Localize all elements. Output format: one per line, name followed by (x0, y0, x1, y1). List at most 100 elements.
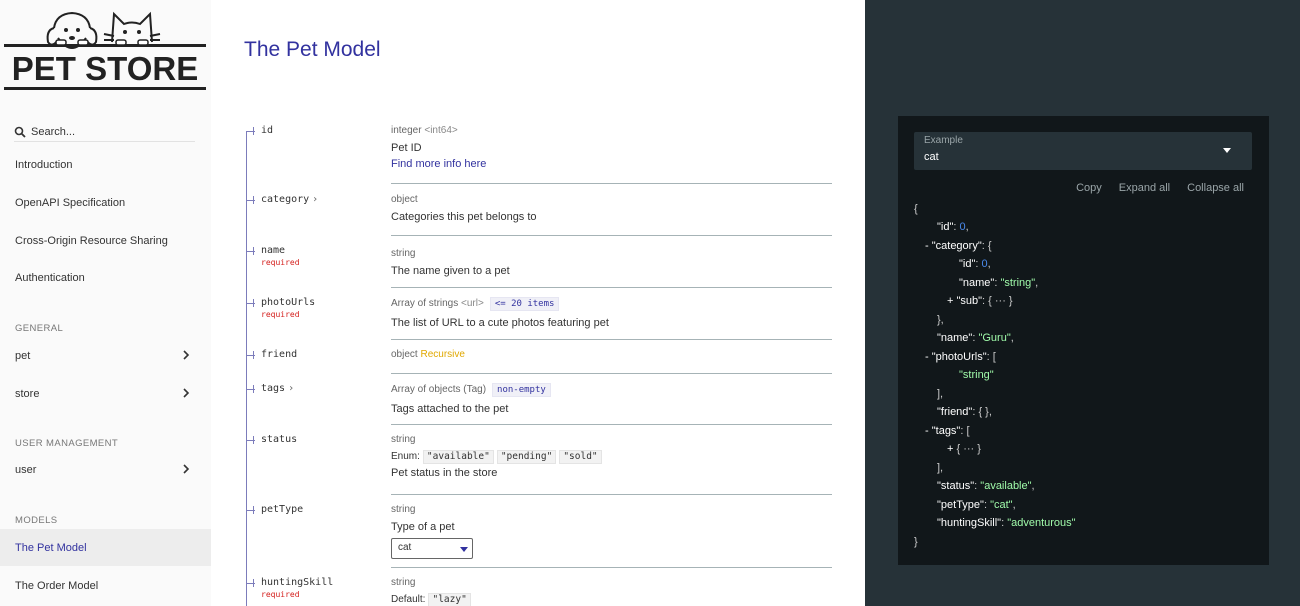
tree-tick (253, 247, 254, 255)
json-line: "id": 0, (937, 221, 969, 233)
divider (391, 235, 832, 236)
sidebar-item-user[interactable]: user (0, 451, 211, 488)
sidebar-item-authentication[interactable]: Authentication (0, 259, 211, 296)
default-label: Default: (391, 594, 426, 605)
json-collapsed[interactable]: { ··· } (988, 295, 1012, 307)
search-icon (14, 126, 26, 138)
json-string: "adventurous" (1007, 517, 1076, 529)
json-key: "category" (931, 240, 982, 252)
property-description: Type of a pet (391, 521, 455, 533)
json-key: "name" (937, 332, 973, 344)
json-line: }, (937, 314, 944, 326)
json-object: { }, (978, 406, 992, 418)
property-type: string (391, 577, 416, 588)
json-key: "status" (937, 480, 975, 492)
collapse-all-button[interactable]: Collapse all (1187, 182, 1244, 194)
json-line: - "category": { (925, 240, 992, 252)
logo-wordmark: PET STORE (12, 50, 198, 87)
property-name-text: category (261, 194, 310, 205)
property-type: object (391, 194, 418, 205)
tree-tick (253, 579, 254, 587)
json-key: "id" (937, 221, 954, 233)
divider (391, 424, 832, 425)
type-format: <int64> (424, 125, 458, 136)
property-type: object Recursive (391, 349, 832, 360)
required-label: required (261, 258, 300, 267)
sidebar-item-pet[interactable]: pet (0, 337, 211, 374)
property-description: Pet status in the store (391, 467, 498, 479)
sidebar-group-general: GENERAL (15, 323, 64, 334)
sidebar-item-cors[interactable]: Cross-Origin Resource Sharing (0, 222, 211, 259)
property-name-text: tags (261, 383, 286, 394)
divider (391, 287, 832, 288)
find-more-info-link[interactable]: Find more info here (391, 156, 832, 172)
caret-down-icon (1223, 148, 1231, 153)
property-name: photoUrls (261, 297, 316, 308)
sidebar-item-introduction[interactable]: Introduction (0, 146, 211, 183)
enum-label: Enum: (391, 451, 420, 462)
property-name: tags › (261, 383, 294, 394)
json-collapsed[interactable]: { ··· } (956, 443, 980, 455)
default-row: Default: "lazy" (391, 592, 832, 606)
json-line: - "photoUrls": [ (925, 351, 996, 363)
sidebar-item-label: user (15, 463, 37, 476)
type-label: Array of strings (391, 298, 459, 309)
sidebar-item-pet-model[interactable]: The Pet Model (0, 529, 211, 566)
collapse-toggle[interactable]: - (925, 425, 932, 437)
divider (391, 494, 832, 495)
enum-value: "available" (422, 450, 494, 464)
recursive-label: Recursive (420, 349, 465, 360)
json-line: "id": 0, (959, 258, 991, 270)
enum-value: "sold" (559, 450, 602, 464)
property-description: Categories this pet belongs to (391, 211, 537, 223)
json-line: "status": "available", (937, 480, 1035, 492)
json-string: "string" (1000, 277, 1036, 289)
tree-tick (253, 196, 254, 204)
property-name: id (261, 125, 274, 136)
property-description: Pet ID (391, 142, 422, 154)
property-name: category › (261, 194, 318, 205)
json-line: "petType": "cat", (937, 499, 1016, 511)
json-line: "name": "string", (959, 277, 1039, 289)
pet-store-logo[interactable]: PET STORE (4, 8, 206, 92)
property-type: integer <int64> (391, 125, 832, 136)
pettype-select[interactable]: cat (391, 538, 473, 559)
chevron-right-icon: › (312, 194, 319, 205)
json-key: "petType" (937, 499, 984, 511)
constraint-badge: <= 20 items (489, 297, 560, 311)
property-name: status (261, 434, 298, 445)
property-detail: object Recursive (391, 349, 832, 364)
expand-all-button[interactable]: Expand all (1119, 182, 1170, 194)
caret-down-icon (460, 547, 468, 552)
sidebar-item-store[interactable]: store (0, 375, 211, 412)
sidebar-item-label: Authentication (15, 271, 85, 284)
tree-tick (253, 385, 254, 393)
search-input[interactable] (31, 125, 181, 138)
sidebar-item-openapi-specification[interactable]: OpenAPI Specification (0, 184, 211, 221)
collapse-toggle[interactable]: - (925, 240, 932, 252)
search-box[interactable] (14, 122, 195, 142)
type-label: Array of objects (Tag) (391, 384, 487, 395)
property-detail: Array of strings <url> <= 20 items The li… (391, 297, 832, 331)
json-line: - "tags": [ (925, 425, 970, 437)
default-value: "lazy" (428, 593, 471, 606)
property-type: Array of objects (Tag) non-empty (391, 383, 832, 397)
json-line: { (914, 200, 918, 219)
property-name: name (261, 245, 286, 256)
copy-button[interactable]: Copy (1076, 182, 1102, 194)
collapse-toggle[interactable]: - (925, 351, 932, 363)
json-line: } (914, 533, 918, 552)
example-actions: Copy Expand all Collapse all (1076, 182, 1244, 194)
json-string: "string" (959, 369, 994, 381)
tree-tick (253, 299, 254, 307)
property-description: The list of URL to a cute photos featuri… (391, 317, 609, 329)
json-line: ], (937, 388, 944, 400)
example-select[interactable]: Example cat (914, 132, 1252, 170)
constraint-badge: non-empty (492, 383, 551, 397)
sidebar: PET STORE Introduction OpenAPI Specifica… (0, 0, 211, 606)
sidebar-item-order-model[interactable]: The Order Model (0, 567, 211, 604)
property-type: string (391, 248, 416, 259)
json-brace: } (914, 536, 918, 548)
enum-row: Enum: "available" "pending" "sold" (391, 449, 832, 465)
property-detail: string Enum: "available" "pending" "sold" P… (391, 434, 832, 481)
